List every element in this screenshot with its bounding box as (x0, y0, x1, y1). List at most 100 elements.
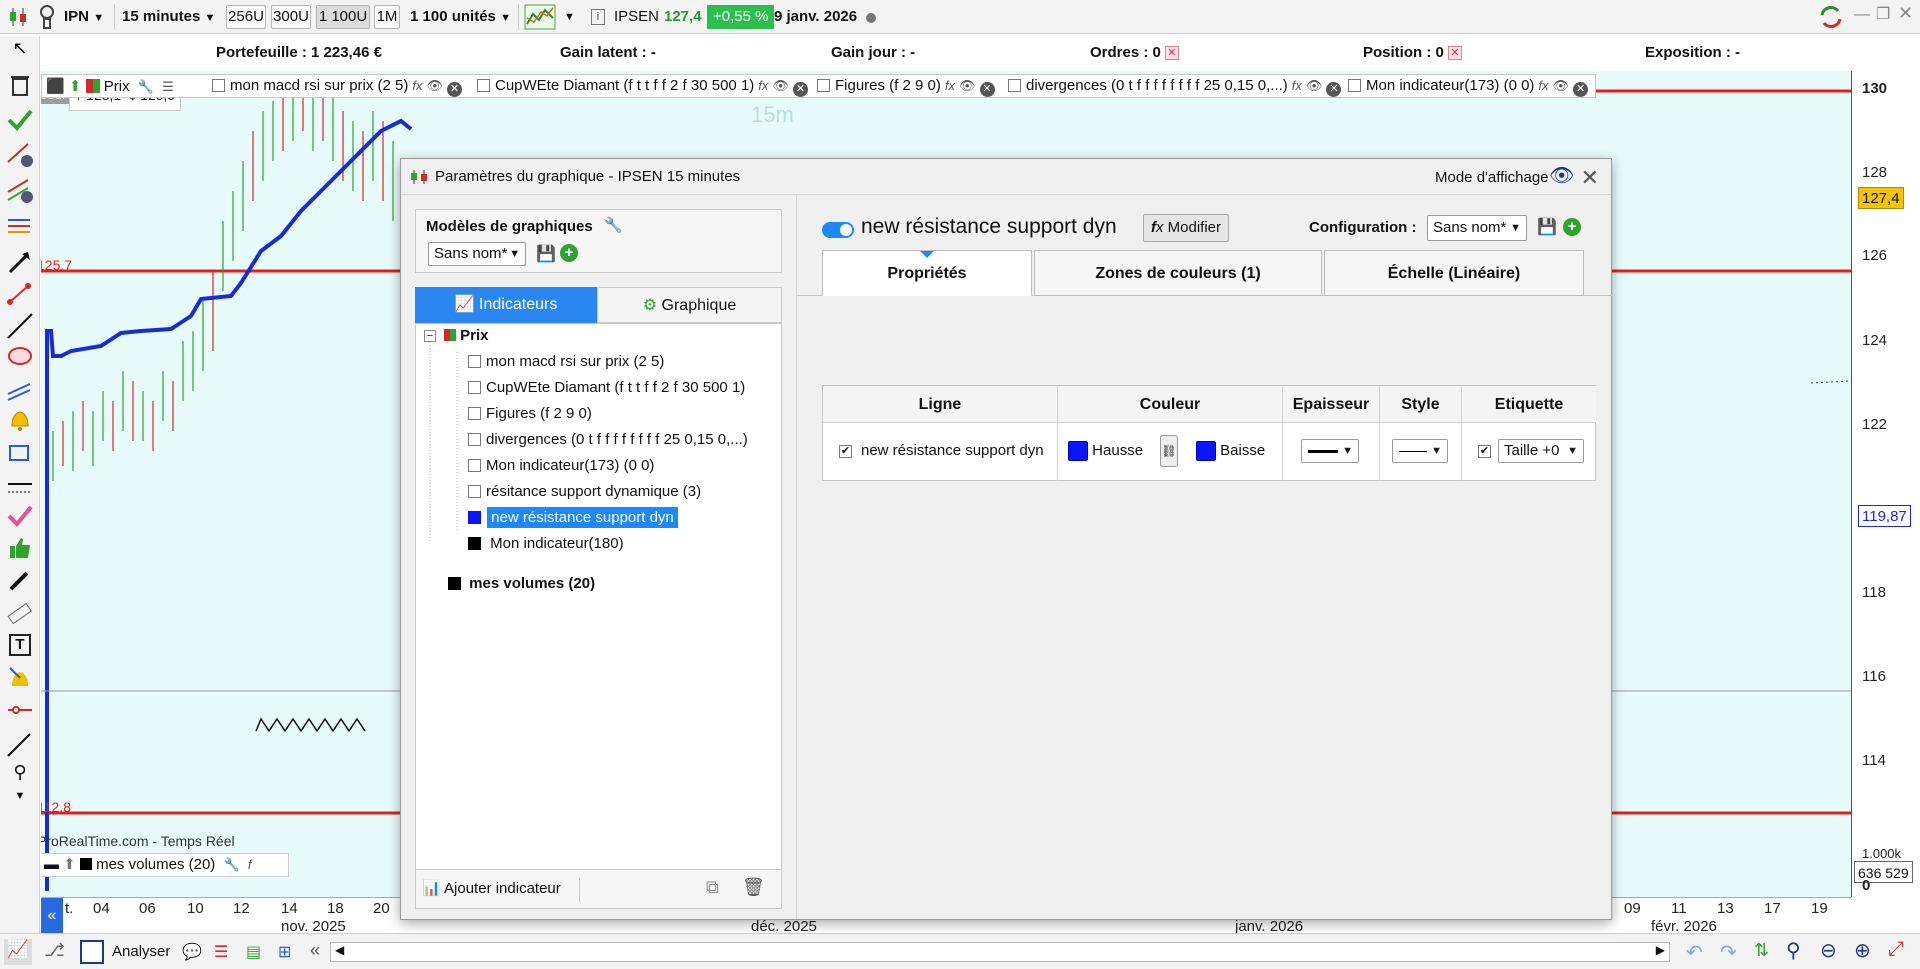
ruler-icon[interactable] (6, 600, 34, 628)
close-icon[interactable]: ✕ (1326, 82, 1342, 97)
indicator-tag-figures[interactable]: Figures (f 2 9 0) fx 👁 ✕ (817, 77, 995, 97)
thickness-select[interactable]: ▼ (1301, 439, 1359, 463)
close-icon[interactable]: ✕ (1573, 82, 1589, 97)
baisse-color[interactable]: Baisse (1196, 441, 1265, 461)
scroll-left-icon[interactable]: ◀ (335, 943, 344, 957)
tab-properties[interactable]: Propriétés (822, 250, 1032, 296)
add-indicator-button[interactable]: 📊 Ajouter indicateur (422, 876, 561, 902)
close-icon[interactable]: ✕ (1164, 46, 1179, 61)
collapse-tree-icon[interactable]: − (424, 330, 436, 342)
hausse-swatch[interactable] (1068, 441, 1088, 461)
line-visible-checkbox[interactable]: ✔ (839, 445, 852, 458)
wrench-icon[interactable]: 🔧 (223, 854, 239, 876)
pink-check-icon[interactable] (6, 502, 34, 530)
zoom-in-icon[interactable]: ⊕ (1854, 938, 1871, 963)
add-configuration-icon[interactable]: + (1563, 218, 1581, 236)
checkbox[interactable] (1008, 79, 1021, 92)
duplicate-icon[interactable]: ⧉ (706, 877, 719, 898)
dialog-titlebar[interactable]: Paramètres du graphique - IPSEN 15 minut… (401, 159, 1611, 195)
pointer-icon[interactable]: ↖ (6, 38, 34, 66)
checkbox[interactable] (468, 459, 481, 472)
zoom-area-icon[interactable]: ⚲ (1786, 938, 1801, 963)
chevron-down-icon[interactable]: ▼ (6, 790, 34, 818)
eye-icon[interactable]: 👁 (959, 78, 976, 94)
baisse-swatch[interactable] (1196, 441, 1216, 461)
move-up-icon[interactable]: ⬆ (69, 78, 82, 95)
trash-icon[interactable] (6, 70, 34, 98)
display-mode-icon[interactable]: 👁 (1549, 163, 1574, 188)
segment-tool-icon[interactable] (6, 280, 34, 308)
label-checkbox[interactable]: ✔ (1478, 445, 1491, 458)
save-icon[interactable]: 💾 (1537, 217, 1557, 237)
indicator-chart-icon[interactable] (524, 4, 556, 30)
close-icon[interactable]: ✕ (1581, 165, 1599, 191)
screener-icon[interactable]: ⊞ (278, 942, 291, 962)
parallel-tool-icon[interactable] (6, 374, 34, 402)
delete-indicator-icon[interactable]: ⬛ (46, 78, 65, 95)
style-select[interactable]: ▼ (1392, 439, 1448, 463)
save-icon[interactable]: 💾 (536, 244, 556, 264)
timeframe-selector[interactable]: 15 minutes ▼ (122, 5, 215, 29)
trend-extension-icon[interactable] (6, 730, 34, 758)
hausse-color[interactable]: Hausse (1068, 441, 1143, 461)
arrow-tool-icon[interactable] (6, 248, 34, 276)
checkbox[interactable] (1348, 79, 1361, 92)
add-model-icon[interactable]: + (560, 244, 578, 262)
indicator-tag-divergences[interactable]: divergences (0 t f f f f f f f f 25 0,15… (1008, 77, 1342, 97)
modify-button[interactable]: fx Modifier (1143, 214, 1229, 242)
line-tool-icon[interactable] (6, 312, 34, 340)
orders-list-icon[interactable]: ☰ (214, 942, 228, 962)
position-count[interactable]: Position : 0 ✕ (1363, 44, 1462, 61)
eye-icon[interactable]: 👁 (427, 78, 444, 94)
close-icon[interactable]: ✕ (1447, 46, 1462, 61)
close-icon[interactable]: ✕ (792, 82, 808, 97)
ellipse-tool-icon[interactable] (6, 342, 34, 370)
indicator-toggle[interactable] (822, 222, 854, 238)
list-icon[interactable]: ☰ (162, 79, 174, 95)
eye-icon[interactable]: 👁 (772, 78, 789, 94)
collapse-left-icon[interactable]: « (310, 940, 320, 961)
candlestick-icon[interactable] (8, 6, 30, 28)
tab-chart[interactable]: ⚙ Graphique (597, 287, 782, 323)
horizontal-line-icon[interactable] (6, 472, 34, 500)
range-button-256u[interactable]: 256U (226, 5, 266, 29)
analyser-button[interactable]: Analyser (112, 943, 170, 960)
label-size-select[interactable]: Taille +0 ▼ (1498, 439, 1584, 463)
order-book-icon[interactable]: ▤ (246, 942, 261, 962)
link-colors-icon[interactable]: ⛓ (1160, 435, 1178, 467)
horizontal-scrollbar[interactable]: ◀ ▶ (330, 942, 1670, 962)
zoom-icon[interactable]: ⚲ (6, 762, 34, 790)
chevron-down-icon[interactable]: ▼ (564, 5, 575, 29)
share-icon[interactable]: ⎇ (44, 940, 65, 961)
tree-item[interactable]: Mon indicateur(180) (468, 533, 624, 555)
sync-icon[interactable] (1818, 5, 1844, 29)
scroll-left-icon[interactable]: « (41, 898, 63, 934)
tab-indicators[interactable]: 📈 Indicateurs (415, 287, 597, 323)
zoom-out-icon[interactable]: ⊖ (1820, 938, 1837, 963)
level-marker-icon[interactable] (6, 696, 34, 724)
info-icon[interactable]: i (591, 9, 605, 25)
tree-root-volumes[interactable]: mes volumes (20) (448, 573, 595, 595)
formula-icon[interactable]: fx (758, 78, 768, 93)
checkbox[interactable] (468, 433, 481, 446)
wrench-icon[interactable]: 🔧 (138, 79, 154, 95)
alert-bell-icon[interactable] (6, 406, 34, 434)
fibonacci-icon[interactable] (6, 214, 34, 242)
checkmark-icon[interactable] (6, 106, 34, 134)
instrument-link-icon[interactable] (38, 4, 56, 30)
volume-panel-header[interactable]: ▬ ⬆ mes volumes (20) 🔧 f (41, 853, 289, 877)
range-button-1m[interactable]: 1M (374, 5, 400, 29)
formula-icon[interactable]: fx (1292, 78, 1302, 93)
close-window-icon[interactable]: ✕ (1898, 3, 1913, 24)
checkbox[interactable] (468, 407, 481, 420)
tree-item[interactable]: mon macd rsi sur prix (2 5) (468, 351, 664, 373)
checkbox[interactable] (468, 355, 481, 368)
range-button-1100u[interactable]: 1 100U (316, 5, 370, 29)
tab-scale[interactable]: Échelle (Linéaire) (1324, 250, 1584, 296)
tree-item[interactable]: CupWEte Diamant (f t t f f 2 f 30 500 1) (468, 377, 745, 399)
window-icon[interactable] (80, 940, 104, 964)
configuration-select[interactable]: Sans nom* ▼ (1427, 215, 1527, 241)
checkbox[interactable] (817, 79, 830, 92)
formula-icon[interactable]: fx (1538, 78, 1548, 93)
wrench-icon[interactable]: 🔧 (604, 216, 623, 234)
